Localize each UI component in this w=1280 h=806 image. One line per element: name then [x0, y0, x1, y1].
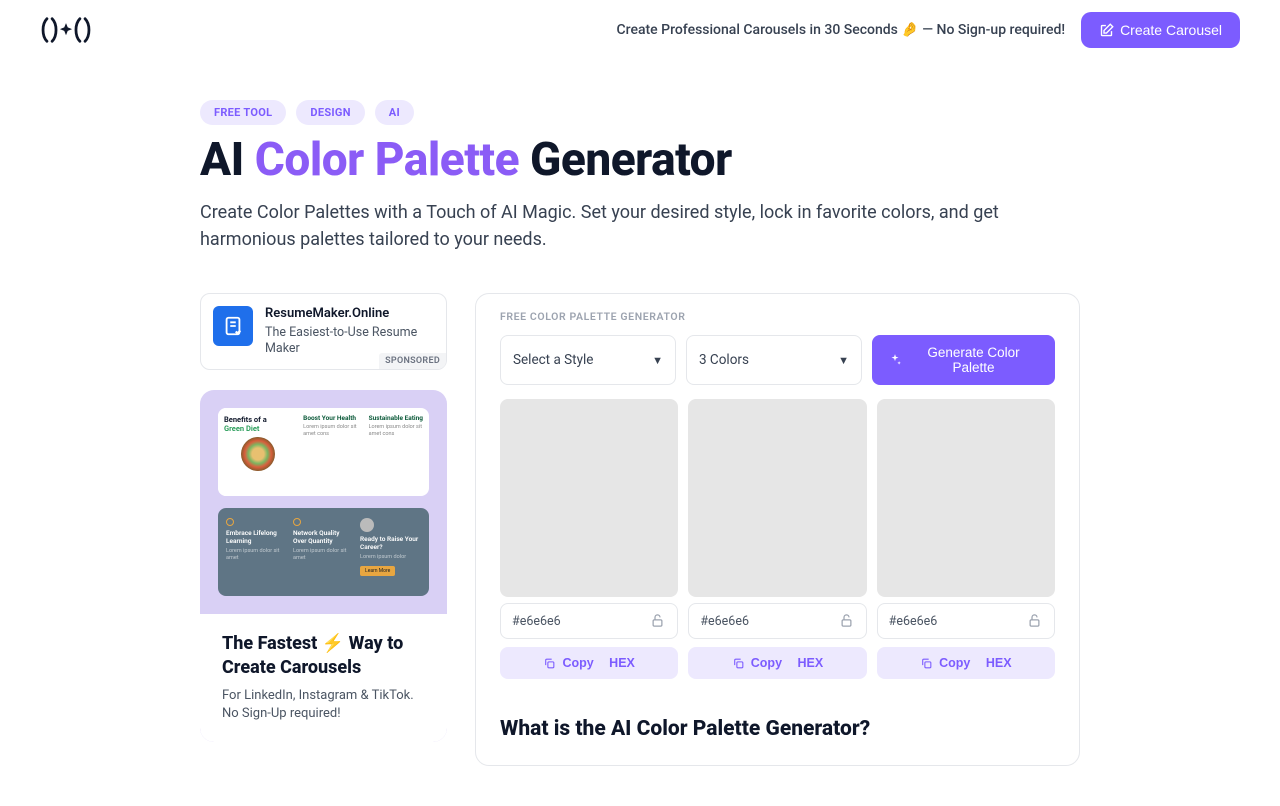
chevron-down-icon: ▼ — [838, 354, 849, 367]
tag-design: DESIGN — [296, 100, 364, 125]
copy-icon — [543, 657, 556, 670]
swatch-column: #e6e6e6 Copy HEX — [500, 399, 678, 679]
promo-card[interactable]: Benefits of aGreen Diet Boost Your Healt… — [200, 390, 447, 741]
hex-value: #e6e6e6 — [512, 614, 650, 629]
ad-title: ResumeMaker.Online — [265, 306, 434, 323]
create-carousel-label: Create Carousel — [1120, 22, 1222, 38]
color-swatch[interactable] — [688, 399, 866, 597]
generator-panel: FREE COLOR PALETTE GENERATOR Select a St… — [475, 293, 1080, 766]
style-select-value: Select a Style — [513, 352, 593, 368]
copy-hex-button[interactable]: Copy HEX — [688, 647, 866, 679]
tag-ai: AI — [375, 100, 414, 125]
style-select[interactable]: Select a Style ▼ — [500, 335, 676, 385]
sparkle-icon — [888, 353, 902, 367]
promo-description: For LinkedIn, Instagram & TikTok. No Sig… — [222, 687, 425, 723]
copy-icon — [920, 657, 933, 670]
swatch-column: #e6e6e6 Copy HEX — [877, 399, 1055, 679]
color-swatch[interactable] — [500, 399, 678, 597]
page-subtitle: Create Color Palettes with a Touch of AI… — [200, 199, 1080, 253]
tag-list: FREE TOOL DESIGN AI — [200, 100, 1080, 125]
tag-free-tool: FREE TOOL — [200, 100, 286, 125]
ad-icon — [213, 306, 253, 346]
hex-row: #e6e6e6 — [877, 603, 1055, 639]
edit-icon — [1099, 23, 1114, 38]
color-count-select[interactable]: 3 Colors ▼ — [686, 335, 862, 385]
lock-icon[interactable] — [650, 613, 666, 629]
promo-image-1: Benefits of aGreen Diet Boost Your Healt… — [218, 408, 429, 496]
generate-button[interactable]: Generate Color Palette — [872, 335, 1055, 385]
copy-hex-button[interactable]: Copy HEX — [500, 647, 678, 679]
hex-row: #e6e6e6 — [688, 603, 866, 639]
create-carousel-button[interactable]: Create Carousel — [1081, 12, 1240, 48]
panel-label: FREE COLOR PALETTE GENERATOR — [500, 294, 1055, 335]
section-title: What is the AI Color Palette Generator? — [500, 717, 1055, 741]
chevron-down-icon: ▼ — [652, 354, 663, 367]
sponsored-ad[interactable]: ResumeMaker.Online The Easiest-to-Use Re… — [200, 293, 447, 370]
generate-label: Generate Color Palette — [908, 345, 1039, 375]
color-swatch[interactable] — [877, 399, 1055, 597]
copy-icon — [732, 657, 745, 670]
promo-image-2: Embrace Lifelong LearningLorem ipsum dol… — [218, 508, 429, 596]
hex-value: #e6e6e6 — [889, 614, 1027, 629]
promo-title: The Fastest ⚡ Way to Create Carousels — [222, 632, 425, 679]
lock-icon[interactable] — [1027, 613, 1043, 629]
sponsored-badge: SPONSORED — [379, 353, 446, 369]
hex-row: #e6e6e6 — [500, 603, 678, 639]
color-count-value: 3 Colors — [699, 352, 749, 368]
hex-value: #e6e6e6 — [700, 614, 838, 629]
copy-hex-button[interactable]: Copy HEX — [877, 647, 1055, 679]
page-title: AI Color Palette Generator — [200, 133, 1080, 187]
header-promo-text: Create Professional Carousels in 30 Seco… — [617, 22, 1066, 38]
swatch-column: #e6e6e6 Copy HEX — [688, 399, 866, 679]
logo[interactable] — [40, 15, 92, 45]
lock-icon[interactable] — [839, 613, 855, 629]
